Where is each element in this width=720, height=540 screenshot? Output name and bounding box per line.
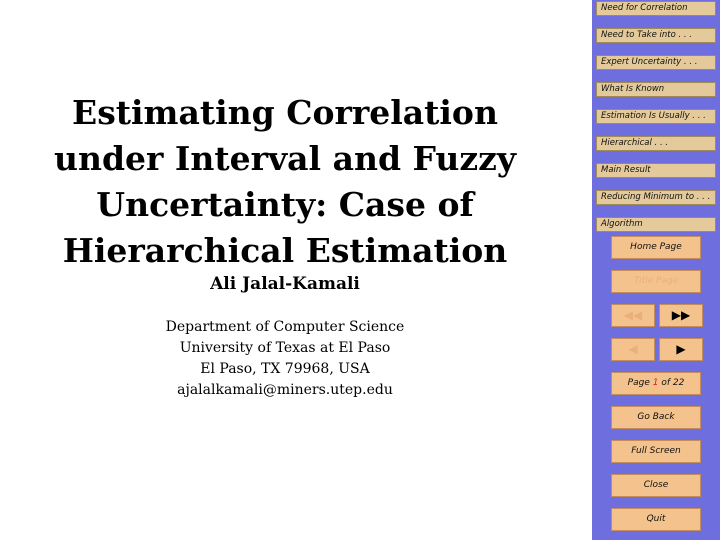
slide-title: Estimating Correlation under Interval an… bbox=[30, 90, 540, 274]
address: El Paso, TX 79968, USA bbox=[200, 361, 370, 377]
home-page-button[interactable]: Home Page bbox=[611, 236, 701, 259]
nav-section-expert-uncertainty[interactable]: Expert Uncertainty . . . bbox=[596, 55, 716, 70]
slide-content: Estimating Correlation under Interval an… bbox=[0, 0, 592, 540]
nav-section-estimation-is-usually[interactable]: Estimation Is Usually . . . bbox=[596, 109, 716, 124]
first-page-button[interactable]: ◀◀ bbox=[611, 304, 655, 327]
title-line: under Interval and Fuzzy bbox=[54, 139, 516, 178]
title-line: Hierarchical Estimation bbox=[62, 231, 508, 270]
email: ajalalkamali@miners.utep.edu bbox=[177, 382, 393, 398]
go-back-button[interactable]: Go Back bbox=[611, 406, 701, 429]
title-page-button[interactable]: Title Page bbox=[611, 270, 701, 293]
next-page-button[interactable]: ▶ bbox=[659, 338, 703, 361]
nav-section-hierarchical[interactable]: Hierarchical . . . bbox=[596, 136, 716, 151]
nav-section-need-for-correlation[interactable]: Need for Correlation bbox=[596, 1, 716, 16]
page-prefix: Page bbox=[627, 378, 653, 388]
quit-button[interactable]: Quit bbox=[611, 508, 701, 531]
nav-section-need-to-take-into[interactable]: Need to Take into . . . bbox=[596, 28, 716, 43]
affiliation: Department of Computer Science Universit… bbox=[30, 317, 540, 401]
university: University of Texas at El Paso bbox=[179, 340, 391, 356]
page-of: of bbox=[658, 378, 673, 388]
close-button[interactable]: Close bbox=[611, 474, 701, 497]
department: Department of Computer Science bbox=[165, 319, 405, 335]
page-indicator: Page 1 of 22 bbox=[611, 372, 701, 395]
title-line: Estimating Correlation bbox=[72, 93, 498, 132]
author-name: Ali Jalal-Kamali bbox=[210, 274, 360, 294]
total-pages: 22 bbox=[672, 378, 685, 388]
nav-section-main-result[interactable]: Main Result bbox=[596, 163, 716, 178]
last-page-button[interactable]: ▶▶ bbox=[659, 304, 703, 327]
nav-section-algorithm[interactable]: Algorithm bbox=[596, 217, 716, 232]
previous-page-button[interactable]: ◀ bbox=[611, 338, 655, 361]
nav-section-what-is-known[interactable]: What Is Known bbox=[596, 82, 716, 97]
nav-section-reducing-minimum[interactable]: Reducing Minimum to . . . bbox=[596, 190, 716, 205]
title-line: Uncertainty: Case of bbox=[96, 185, 474, 224]
full-screen-button[interactable]: Full Screen bbox=[611, 440, 701, 463]
